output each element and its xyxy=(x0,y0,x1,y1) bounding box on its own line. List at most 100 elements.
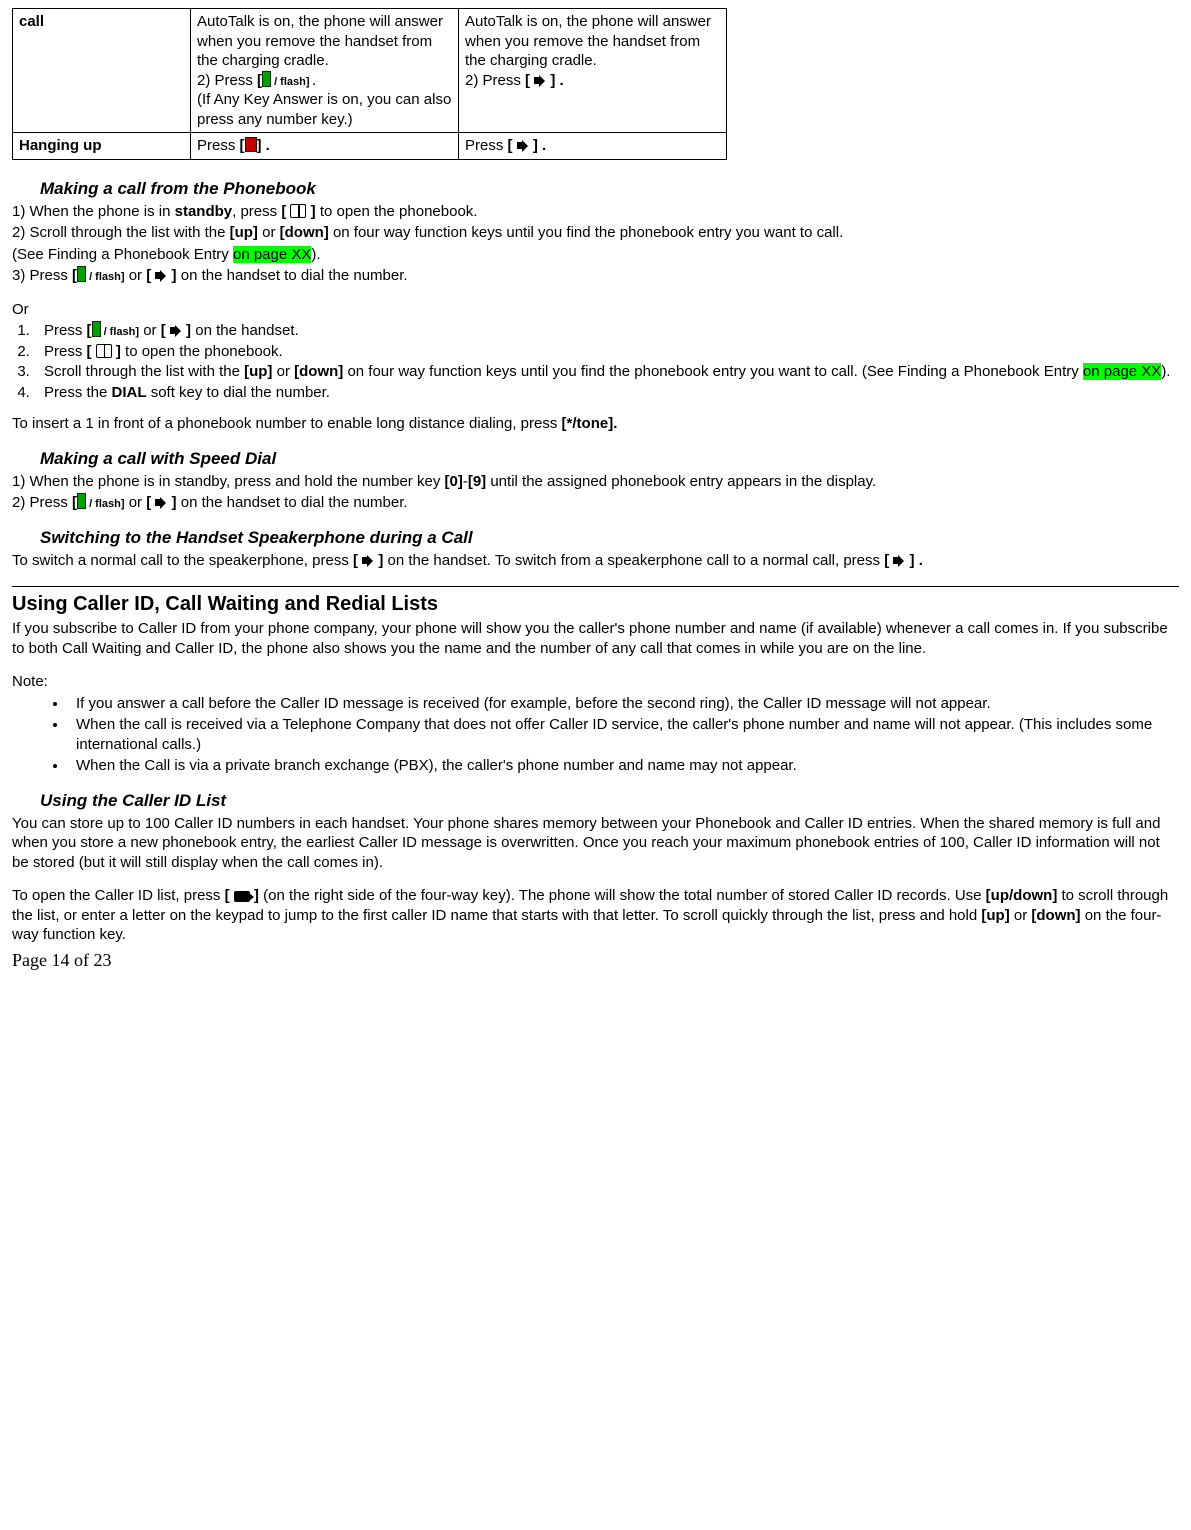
bracket: ] . xyxy=(529,137,547,154)
text: Scroll through the list with the xyxy=(44,363,244,380)
text: or xyxy=(139,322,161,339)
bracket: [ xyxy=(146,494,155,511)
table-row: Hanging up Press [] . Press [ ] . xyxy=(13,133,727,160)
phonebook-step1: 1) When the phone is in standby, press [… xyxy=(12,202,1179,222)
text: To open the Caller ID list, press xyxy=(12,887,225,904)
speaker-icon xyxy=(155,270,167,281)
text: 2) Scroll through the list with the xyxy=(12,224,230,241)
text: soft key to dial the number. xyxy=(147,384,330,401)
phonebook-step3: 3) Press [ / flash] or [ ] on the handse… xyxy=(12,266,1179,286)
bracket: ] . xyxy=(257,137,270,154)
text: 2) Press xyxy=(12,494,72,511)
text: , press xyxy=(232,203,281,220)
caller-id-icon xyxy=(234,891,250,902)
text: on the handset. xyxy=(191,322,299,339)
talk-icon xyxy=(262,71,271,87)
or-label: Or xyxy=(12,300,1179,320)
bracket: [ xyxy=(146,267,155,284)
flash-label: / flash] xyxy=(86,271,125,283)
bracket: ] xyxy=(112,343,121,360)
flash-label: / flash] xyxy=(101,326,140,338)
bracket: [ xyxy=(161,322,170,339)
list-item: Press [ / flash] or [ ] on the handset. xyxy=(34,321,1179,341)
text: AutoTalk is on, the phone will answer wh… xyxy=(465,13,711,69)
text: (If Any Key Answer is on, you can also p… xyxy=(197,91,451,128)
text: until the assigned phonebook entry appea… xyxy=(486,473,876,490)
text: Press xyxy=(465,137,508,154)
text: AutoTalk is on, the phone will answer wh… xyxy=(197,13,443,69)
bracket: ] xyxy=(167,267,176,284)
talk-icon xyxy=(77,493,86,509)
text: or xyxy=(272,363,294,380)
text: or xyxy=(258,224,280,241)
bracket: [ xyxy=(508,137,517,154)
text: Press xyxy=(44,343,87,360)
phonebook-step2: 2) Scroll through the list with the [up]… xyxy=(12,223,1179,243)
call-speaker-cell: AutoTalk is on, the phone will answer wh… xyxy=(459,9,727,133)
text: 1) When the phone is in xyxy=(12,203,175,220)
up-down-key: [up/down] xyxy=(986,887,1058,904)
text: ). xyxy=(1161,363,1170,380)
speed-step2: 2) Press [ / flash] or [ ] on the handse… xyxy=(12,493,1179,513)
speaker-icon xyxy=(155,497,167,508)
table-row: call AutoTalk is on, the phone will answ… xyxy=(13,9,727,133)
page-xref: on page XX xyxy=(1083,363,1161,380)
key-0: [0] xyxy=(444,473,462,490)
key-9: [9] xyxy=(468,473,486,490)
text: Press xyxy=(44,322,87,339)
bracket: ] xyxy=(306,203,315,220)
text: (on the right side of the four-way key).… xyxy=(259,887,986,904)
text: on the handset. To switch from a speaker… xyxy=(383,552,884,569)
text: ). xyxy=(311,246,320,263)
speaker-icon xyxy=(170,325,182,336)
heading-caller-id: Using Caller ID, Call Waiting and Redial… xyxy=(12,591,1179,617)
phonebook-see-ref: (See Finding a Phonebook Entry on page X… xyxy=(12,245,1179,265)
end-icon xyxy=(245,137,257,152)
page-xref: on page XX xyxy=(233,246,311,263)
speed-step1: 1) When the phone is in standby, press a… xyxy=(12,472,1179,492)
text: 1) When the phone is in standby, press a… xyxy=(12,473,444,490)
standby-label: standby xyxy=(175,203,233,220)
speaker-icon xyxy=(534,75,546,86)
down-key: [down] xyxy=(294,363,343,380)
text: or xyxy=(1010,907,1032,924)
bracket: ] xyxy=(167,494,176,511)
list-item: Scroll through the list with the [up] or… xyxy=(34,362,1179,382)
up-key: [up] xyxy=(230,224,258,241)
speaker-icon xyxy=(517,140,529,151)
text: 2) Press xyxy=(197,72,257,89)
page-number: Page 14 of 23 xyxy=(12,949,1179,972)
text: Press the xyxy=(44,384,112,401)
cid-list-p1: You can store up to 100 Caller ID number… xyxy=(12,814,1179,873)
text: to open the phonebook. xyxy=(316,203,478,220)
text: on the handset to dial the number. xyxy=(177,267,408,284)
hangup-speaker-cell: Press [ ] . xyxy=(459,133,727,160)
list-item: Press [ ] to open the phonebook. xyxy=(34,342,1179,362)
note-label: Note: xyxy=(12,672,1179,692)
bracket: [ xyxy=(353,552,362,569)
talk-icon xyxy=(77,266,86,282)
speakerphone-text: To switch a normal call to the speakerph… xyxy=(12,551,1179,571)
text: on the handset to dial the number. xyxy=(177,494,408,511)
list-item: If you answer a call before the Caller I… xyxy=(68,694,1179,714)
phonebook-alt-steps: Press [ / flash] or [ ] on the handset. … xyxy=(34,321,1179,402)
flash-label: / flash] . xyxy=(271,76,316,88)
down-key: [down] xyxy=(280,224,329,241)
bracket: ] xyxy=(182,322,191,339)
bracket: ] . xyxy=(546,72,564,89)
text: To insert a 1 in front of a phonebook nu… xyxy=(12,415,562,432)
bracket: [ xyxy=(225,887,234,904)
text: or xyxy=(125,494,147,511)
call-table: call AutoTalk is on, the phone will answ… xyxy=(12,8,727,160)
bracket: [ xyxy=(87,343,96,360)
call-handset-cell: AutoTalk is on, the phone will answer wh… xyxy=(191,9,459,133)
cid-notes-list: If you answer a call before the Caller I… xyxy=(68,694,1179,776)
text: to open the phonebook. xyxy=(121,343,283,360)
text: or xyxy=(125,267,147,284)
down-key: [down] xyxy=(1031,907,1080,924)
text: Press xyxy=(197,137,240,154)
heading-cid-list: Using the Caller ID List xyxy=(40,790,1179,812)
heading-speakerphone: Switching to the Handset Speakerphone du… xyxy=(40,527,1179,549)
insert-1-note: To insert a 1 in front of a phonebook nu… xyxy=(12,414,1179,434)
bracket: ] xyxy=(374,552,383,569)
